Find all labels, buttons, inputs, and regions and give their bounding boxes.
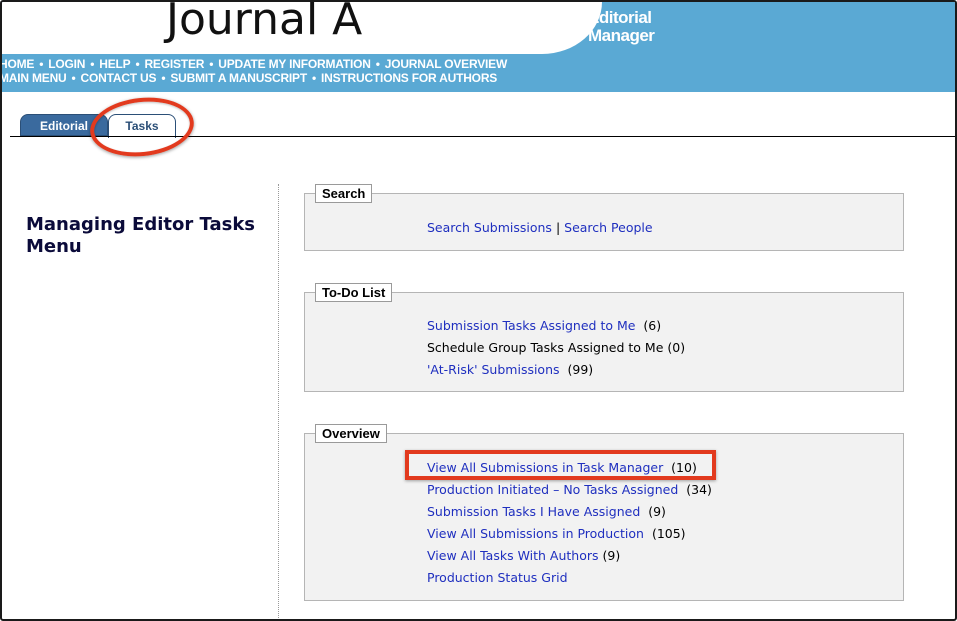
nav-contact-us[interactable]: CONTACT US — [81, 71, 157, 85]
app-window: Journal A em Editorial Manager HOME • LOGI… — [0, 0, 957, 621]
title-panel: Journal A — [2, 2, 602, 54]
nav-separator: • — [161, 71, 166, 85]
editorial-manager-logo: em Editorial Manager — [566, 6, 661, 50]
list-item: Schedule Group Tasks Assigned to Me (0) — [427, 340, 685, 355]
list-item: Production Status Grid — [427, 570, 568, 585]
search-section-label: Search — [315, 184, 373, 203]
schedule-group-tasks-label: Schedule Group Tasks Assigned to Me — [427, 340, 664, 355]
submission-tasks-i-have-assigned-link[interactable]: Submission Tasks I Have Assigned — [427, 504, 640, 519]
view-all-submissions-in-production-link[interactable]: View All Submissions in Production — [427, 526, 644, 541]
logo-text-line2: Manager — [588, 26, 655, 45]
column-divider — [278, 184, 279, 619]
logo-text-line1: Editorial — [588, 8, 652, 27]
nav-separator: • — [311, 71, 316, 85]
production-status-grid-link[interactable]: Production Status Grid — [427, 570, 568, 585]
nav-separator: • — [375, 57, 380, 71]
nav-separator: • — [71, 71, 76, 85]
list-item: Submission Tasks Assigned to Me (6) — [427, 318, 661, 333]
nav-journal-overview[interactable]: JOURNAL OVERVIEW — [385, 57, 508, 71]
item-count: (34) — [686, 482, 712, 497]
submission-tasks-assigned-to-me-link[interactable]: Submission Tasks Assigned to Me — [427, 318, 635, 333]
search-people-link[interactable]: Search People — [564, 220, 652, 235]
list-item: Production Initiated – No Tasks Assigned… — [427, 482, 712, 497]
nav-home[interactable]: HOME — [2, 57, 34, 71]
todo-list-section: To-Do List Submission Tasks Assigned to … — [304, 283, 904, 392]
nav-separator: • — [90, 57, 95, 71]
page-title: Managing Editor Tasks Menu — [26, 214, 256, 257]
item-count: (0) — [667, 340, 686, 355]
nav-separator: • — [135, 57, 140, 71]
list-item: Submission Tasks I Have Assigned (9) — [427, 504, 666, 519]
nav-separator: • — [39, 57, 44, 71]
search-links-row: Search Submissions | Search People — [427, 220, 653, 235]
search-section: Search Search Submissions | Search Peopl… — [304, 184, 904, 251]
item-count: (9) — [648, 504, 666, 519]
search-submissions-link[interactable]: Search Submissions — [427, 220, 552, 235]
nav-instructions-for-authors[interactable]: INSTRUCTIONS FOR AUTHORS — [321, 71, 497, 85]
list-item: 'At-Risk' Submissions (99) — [427, 362, 593, 377]
em-logo-icon: em — [567, 7, 589, 29]
nav-row-secondary: MAIN MENU • CONTACT US • SUBMIT A MANUSCRIPT… — [2, 71, 497, 85]
site-header: Journal A em Editorial Manager HOME • LOGI… — [2, 2, 955, 92]
item-count: (99) — [567, 362, 594, 377]
nav-row-primary: HOME • LOGIN • HELP • REGISTER • UPDATE MY INFOR… — [2, 57, 508, 71]
view-all-tasks-with-authors-link[interactable]: View All Tasks With Authors — [427, 548, 599, 563]
nav-update-my-information[interactable]: UPDATE MY INFORMATION — [218, 57, 371, 71]
nav-submit-a-manuscript[interactable]: SUBMIT A MANUSCRIPT — [170, 71, 307, 85]
nav-separator: • — [209, 57, 214, 71]
list-item: View All Tasks With Authors (9) — [427, 548, 620, 563]
at-risk-submissions-link[interactable]: 'At-Risk' Submissions — [427, 362, 560, 377]
journal-title: Journal A — [166, 0, 363, 45]
overview-section-label: Overview — [315, 424, 387, 443]
annotation-box-task-manager-link — [405, 450, 716, 480]
nav-register[interactable]: REGISTER — [144, 57, 204, 71]
nav-login[interactable]: LOGIN — [48, 57, 85, 71]
item-count: (9) — [602, 548, 621, 563]
annotation-circle-tasks-tab — [87, 92, 197, 162]
todo-list-section-label: To-Do List — [315, 283, 393, 302]
list-item: View All Submissions in Production (105) — [427, 526, 686, 541]
nav-main-menu[interactable]: MAIN MENU — [2, 71, 67, 85]
item-count: (105) — [651, 526, 686, 541]
production-initiated-no-tasks-link[interactable]: Production Initiated – No Tasks Assigned — [427, 482, 678, 497]
link-divider: | — [555, 220, 561, 235]
item-count: (6) — [643, 318, 662, 333]
nav-help[interactable]: HELP — [99, 57, 130, 71]
